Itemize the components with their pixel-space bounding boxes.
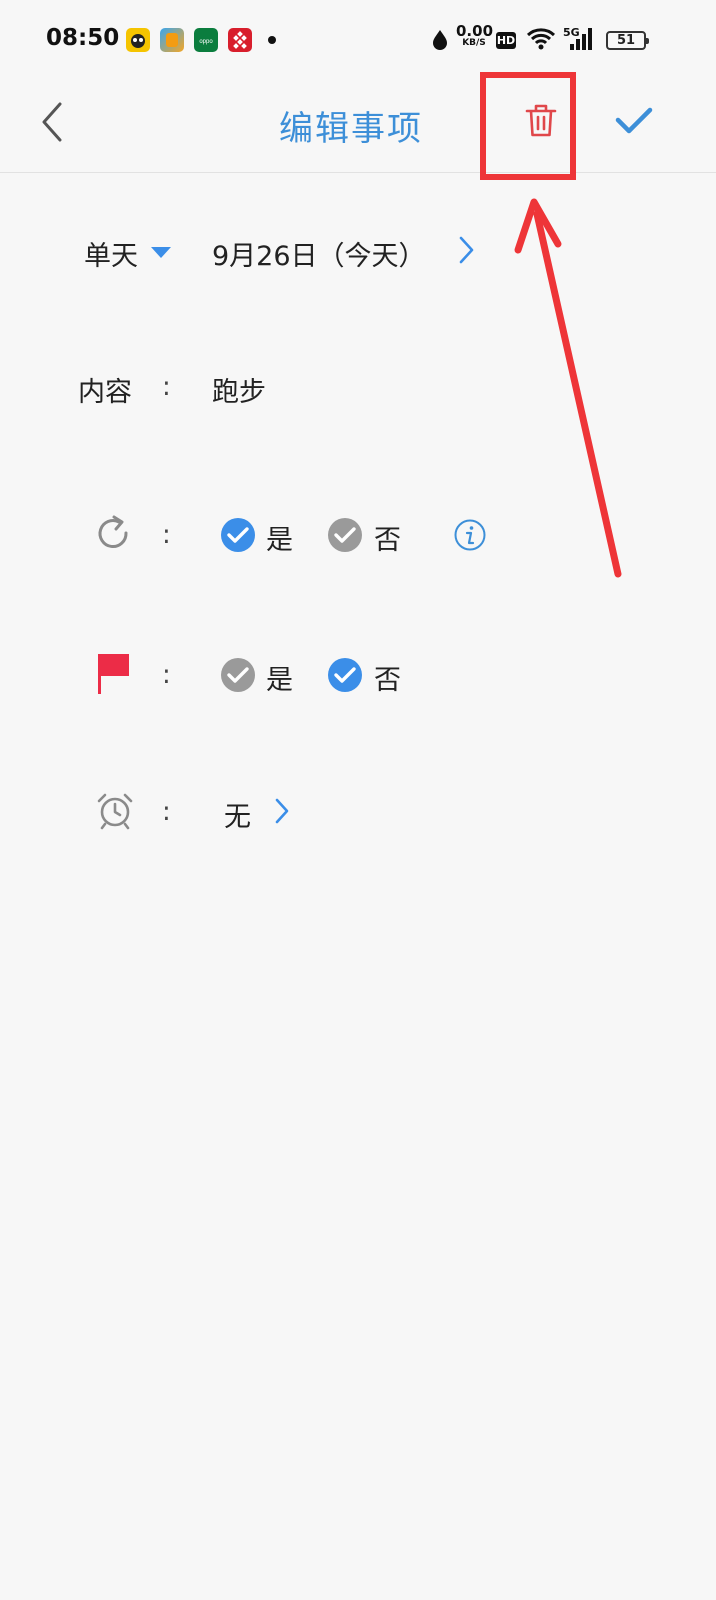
repeat-info-button[interactable]: [454, 519, 486, 555]
wifi-icon: [526, 27, 556, 55]
flag-icon: [96, 652, 132, 700]
content-label: 内容: [78, 377, 132, 408]
alarm-select-button[interactable]: [272, 796, 292, 830]
red-app-icon: [228, 28, 252, 52]
notification-dot: [268, 36, 276, 44]
annotation-arrow-icon: [514, 198, 622, 578]
date-mode-dropdown[interactable]: [150, 244, 172, 263]
data-saver-icon: [430, 29, 450, 55]
date-value[interactable]: 9月26日（今天）: [212, 234, 426, 273]
network-speed: 0.00 KB/S: [456, 22, 494, 48]
repeat-no-label[interactable]: 否: [374, 518, 401, 557]
date-next-button[interactable]: [456, 234, 476, 270]
chevron-right-icon: [459, 236, 474, 264]
content-value[interactable]: 跑步: [212, 370, 266, 409]
unchecked-circle-icon: [221, 658, 255, 692]
checkmark-icon: [615, 107, 653, 134]
alarm-colon: :: [162, 797, 171, 827]
repeat-yes-radio[interactable]: [220, 517, 256, 557]
save-button[interactable]: [614, 106, 654, 136]
date-mode-label[interactable]: 单天: [84, 234, 138, 273]
flag-no-label[interactable]: 否: [374, 658, 401, 697]
status-time: 08:50: [46, 25, 120, 51]
alarm-clock-icon: [95, 791, 135, 835]
info-icon: [454, 519, 486, 551]
checked-circle-icon: [328, 658, 362, 692]
chevron-right-icon: [275, 798, 289, 824]
repeat-icon: [95, 515, 131, 557]
flag-colon: :: [162, 660, 171, 690]
hd-badge: HD: [496, 32, 516, 49]
content-colon: :: [162, 372, 171, 402]
repeat-colon: :: [162, 520, 171, 550]
unchecked-circle-icon: [328, 518, 362, 552]
caret-down-icon: [151, 247, 171, 258]
game-app-icon: [126, 28, 150, 52]
flag-no-radio[interactable]: [327, 657, 363, 697]
page-title: 编辑事项: [279, 109, 423, 149]
flag-yes-label[interactable]: 是: [266, 658, 293, 697]
oppo-app-icon: oppo: [194, 28, 218, 52]
repeat-yes-label[interactable]: 是: [266, 518, 293, 557]
annotation-highlight-box: [480, 72, 576, 180]
repeat-no-radio[interactable]: [327, 517, 363, 557]
store-app-icon: [160, 28, 184, 52]
svg-text:oppo: oppo: [199, 39, 213, 45]
alarm-value[interactable]: 无: [224, 795, 251, 834]
battery-indicator: 51: [606, 31, 649, 50]
flag-yes-radio[interactable]: [220, 657, 256, 697]
checked-circle-icon: [221, 518, 255, 552]
